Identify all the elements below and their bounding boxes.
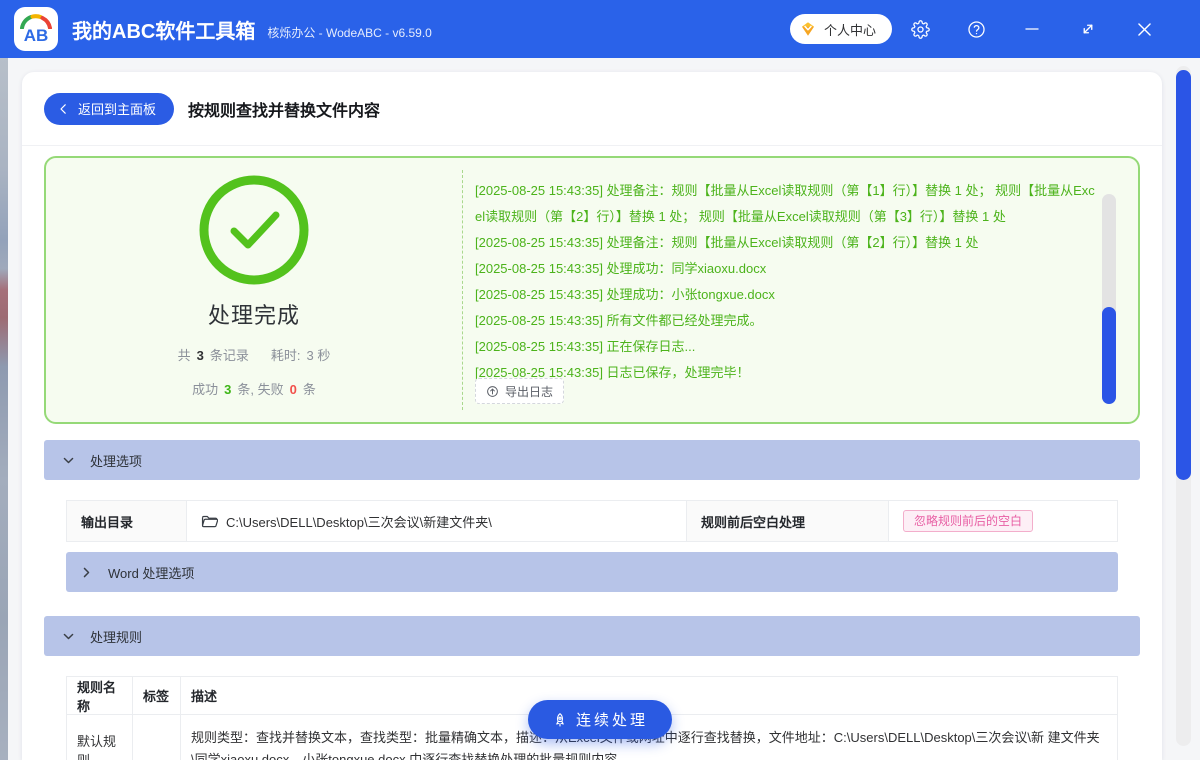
- section-header-word-options[interactable]: Word 处理选项: [66, 552, 1118, 592]
- whitespace-value: 忽略规则前后的空白: [889, 501, 1117, 541]
- check-circle-icon: [199, 175, 309, 285]
- back-button-label: 返回到主面板: [78, 102, 157, 117]
- success-fail-line: 成功 3 条, 失败 0 条: [192, 379, 316, 398]
- log-line: [2025-08-25 15:43:35] 处理备注：规则【批量从Excel读取…: [475, 235, 979, 250]
- titlebar-controls: 个人中心: [789, 14, 1172, 44]
- help-button[interactable]: [948, 20, 1004, 39]
- result-summary: 处理完成 共 3 条记录 耗时: 3 秒 成功 3 条, 失败 0 条: [46, 158, 462, 422]
- output-dir-path: C:\Users\DELL\Desktop\三次会议\新建文件夹\: [226, 514, 492, 530]
- fail-suffix: 条: [302, 382, 316, 397]
- record-count-line: 共 3 条记录 耗时: 3 秒: [178, 345, 331, 364]
- page-title: 按规则查找并替换文件内容: [188, 102, 381, 120]
- card-content: 处理完成 共 3 条记录 耗时: 3 秒 成功 3 条, 失败 0 条 [202…: [22, 146, 1162, 760]
- word-options-title: Word 处理选项: [108, 565, 195, 581]
- process-rules-title: 处理规则: [90, 629, 143, 645]
- close-icon: [1137, 22, 1151, 36]
- settings-button[interactable]: [892, 19, 948, 39]
- maximize-button[interactable]: [1060, 20, 1116, 38]
- output-dir-label: 输出目录: [67, 501, 187, 541]
- rule-tag-cell: [133, 715, 181, 760]
- total-prefix: 共: [177, 348, 191, 363]
- app-window: AB 我的ABC软件工具箱 核烁办公 - WodeABC - v6.59.0 个…: [0, 0, 1200, 760]
- log-line: [2025-08-25 15:43:35] 所有文件都已经处理完成。: [475, 313, 763, 328]
- personal-center-label: 个人中心: [823, 22, 876, 38]
- folder-icon: [201, 515, 218, 527]
- log-scrollbar[interactable]: [1102, 194, 1116, 404]
- whitespace-label: 规则前后空白处理: [687, 501, 889, 541]
- main-scrollbar[interactable]: [1176, 66, 1191, 746]
- section-header-process-rules[interactable]: 处理规则: [44, 616, 1140, 656]
- personal-center-button[interactable]: 个人中心: [789, 14, 892, 44]
- export-log-button[interactable]: 导出日志: [475, 378, 565, 404]
- total-suffix: 条记录: [209, 348, 249, 363]
- log-line: [2025-08-25 15:43:35] 处理成功：同学xiaoxu.docx: [475, 261, 767, 276]
- close-button[interactable]: [1116, 20, 1172, 39]
- minimize-icon: [1025, 28, 1039, 30]
- logo-arc-icon: [20, 14, 52, 29]
- column-header-rule-name: 规则名称: [67, 677, 133, 714]
- back-chevron-icon: [60, 103, 66, 114]
- main-scrollbar-thumb[interactable]: [1176, 70, 1191, 480]
- log-line: [2025-08-25 15:43:35] 处理备注：规则【批量从Excel读取…: [475, 183, 1095, 224]
- gear-icon: [910, 19, 930, 39]
- output-dir-value: C:\Users\DELL\Desktop\三次会议\新建文件夹\: [187, 501, 687, 541]
- log-lines: [2025-08-25 15:43:35] 处理备注：规则【批量从Excel读取…: [475, 178, 1095, 386]
- log-line: [2025-08-25 15:43:35] 处理成功：小张tongxue.doc…: [475, 287, 775, 302]
- rule-name-cell: 默认规则: [67, 715, 133, 760]
- chevron-down-icon: [63, 633, 74, 639]
- rocket-icon: [556, 712, 564, 727]
- chevron-right-icon: [83, 567, 90, 577]
- whitespace-tag: 忽略规则前后的空白: [903, 510, 1034, 532]
- app-logo: AB: [14, 7, 58, 51]
- process-options-title: 处理选项: [90, 453, 143, 469]
- log-line: [2025-08-25 15:43:35] 日志已保存，处理完毕！: [475, 365, 750, 380]
- options-row: 输出目录 C:\Users\DELL\Desktop\三次会议\新建文件夹\ 规…: [66, 500, 1118, 542]
- status-title: 处理完成: [207, 303, 300, 328]
- page-header: 返回到主面板 按规则查找并替换文件内容: [22, 72, 1162, 146]
- app-subtitle: 核烁办公 - WodeABC - v6.59.0: [267, 25, 432, 40]
- time-label: 耗时:: [270, 348, 301, 363]
- success-count: 3: [224, 382, 232, 397]
- app-title: 我的ABC软件工具箱: [72, 20, 256, 43]
- desktop-wallpaper-sliver: [0, 58, 8, 760]
- continue-process-label: 连续处理: [575, 712, 649, 729]
- titlebar: AB 我的ABC软件工具箱 核烁办公 - WodeABC - v6.59.0 个…: [0, 0, 1200, 58]
- log-panel: [2025-08-25 15:43:35] 处理备注：规则【批量从Excel读取…: [462, 170, 1138, 410]
- fail-count: 0: [289, 382, 297, 397]
- section-header-process-options[interactable]: 处理选项: [44, 440, 1140, 480]
- logo-text: AB: [23, 26, 49, 45]
- middle-text: 条, 失败: [237, 382, 284, 397]
- total-count: 3: [196, 348, 204, 363]
- back-to-dashboard-button[interactable]: 返回到主面板: [44, 92, 175, 125]
- time-value: 3 秒: [306, 348, 331, 363]
- result-panel: 处理完成 共 3 条记录 耗时: 3 秒 成功 3 条, 失败 0 条 [202…: [44, 156, 1140, 424]
- continue-process-button[interactable]: 连续处理: [527, 700, 673, 739]
- export-log-label: 导出日志: [505, 384, 554, 399]
- chevron-down-icon: [63, 457, 74, 463]
- column-header-tag: 标签: [133, 677, 181, 714]
- minimize-button[interactable]: [1004, 20, 1060, 38]
- export-icon: [487, 385, 498, 397]
- log-scrollbar-thumb[interactable]: [1102, 307, 1116, 404]
- main-card: 返回到主面板 按规则查找并替换文件内容 处理完成 共 3 条记录 耗时: 3 秒…: [22, 72, 1162, 760]
- log-line: [2025-08-25 15:43:35] 正在保存日志...: [475, 339, 696, 354]
- maximize-icon: [1083, 24, 1093, 34]
- help-icon: [967, 20, 985, 38]
- success-label: 成功: [192, 382, 219, 397]
- gem-icon: [801, 22, 814, 36]
